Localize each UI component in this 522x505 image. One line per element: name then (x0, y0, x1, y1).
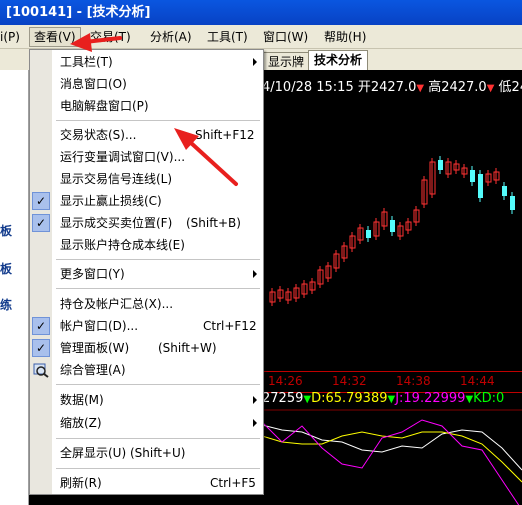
menu-item-show-fill-positions[interactable]: ✓ 显示成交买卖位置(F) (Shift+B) (30, 212, 263, 234)
candle-body (470, 170, 475, 182)
time-tick-label: 14:44 (460, 374, 495, 388)
indicator-kd: KD:0 (473, 391, 505, 406)
indicator-line (262, 424, 522, 471)
time-tick-label: 14:32 (332, 374, 367, 388)
submenu-arrow-icon (253, 419, 257, 427)
menu-item-shortcut: Ctrl+F5 (210, 476, 256, 490)
menu-item-label: 全屏显示(U) (Shift+U) (60, 446, 186, 460)
menu-separator (56, 468, 260, 469)
menu-item-label: 帐户窗口(D)... (60, 319, 139, 333)
down-triangle-icon: ▼ (465, 394, 474, 405)
candle-body (502, 186, 507, 196)
chart-area[interactable]: 4/10/28 15:15 开2427.0▼ 高2427.0▼ 低24 14:2… (262, 70, 522, 505)
menu-item-fullscreen[interactable]: 全屏显示(U) (Shift+U) (30, 442, 263, 464)
menu-item-label: 刷新(R) (60, 476, 102, 490)
candle-body (478, 174, 483, 198)
left-panel: 板 板 练 (0, 70, 29, 505)
menu-bar: i(P) 查看(V) 交易(T) 分析(A) 工具(T) 窗口(W) 帮助(H) (0, 25, 522, 49)
menu-item-zoom[interactable]: 缩放(Z) (30, 412, 263, 434)
tab-technical-analysis[interactable]: 技术分析 (308, 50, 369, 71)
candle-body (438, 160, 443, 170)
left-panel-label: 练 (0, 298, 13, 312)
time-axis: 14:26 14:32 14:38 14:44 (262, 371, 522, 393)
candle-body (366, 230, 371, 238)
check-icon: ✓ (32, 192, 50, 210)
menu-view[interactable]: 查看(V) (29, 27, 81, 47)
menu-item-label: 持仓及帐户汇总(X)... (60, 297, 174, 311)
menu-item-label: 交易状态(S)... (60, 128, 137, 142)
menu-item-label: 显示止赢止损线(C) (60, 194, 162, 208)
menu-item-position-summary[interactable]: 持仓及帐户汇总(X)... (30, 293, 263, 315)
menu-item-label: 数据(M) (60, 393, 104, 407)
menu-item-label: 综合管理(A) (60, 363, 126, 377)
view-dropdown-menu: 工具栏(T) 消息窗口(O) 电脑解盘窗口(P) 交易状态(S)... Shif… (29, 49, 264, 495)
menu-item-label: 显示成交买卖位置(F) (60, 216, 173, 230)
indicator-j: J:19.22999 (395, 391, 466, 406)
indicator-k: 27259 (262, 391, 304, 406)
menu-item-message-window[interactable]: 消息窗口(O) (30, 73, 263, 95)
submenu-arrow-icon (253, 58, 257, 66)
menu-window[interactable]: 窗口(W) (263, 28, 308, 46)
indicator-readout: 27259▼D:65.79389▼J:19.22999▼KD:0 (262, 391, 504, 406)
menu-item-label: 工具栏(T) (60, 55, 113, 69)
menu-item-more-windows[interactable]: 更多窗口(Y) (30, 263, 263, 285)
menu-separator (56, 438, 260, 439)
check-icon: ✓ (32, 317, 50, 335)
menu-partial-item[interactable]: i(P) (0, 28, 20, 46)
menu-item-account-window[interactable]: ✓ 帐户窗口(D)... Ctrl+F12 (30, 315, 263, 337)
check-icon: ✓ (32, 339, 50, 357)
menu-help[interactable]: 帮助(H) (324, 28, 366, 46)
menu-item-show-cost-line[interactable]: 显示账户持仓成本线(E) (30, 234, 263, 256)
menu-item-label: 显示交易信号连线(L) (60, 172, 173, 186)
submenu-arrow-icon (253, 396, 257, 404)
menu-item-shortcut: Shift+F12 (195, 128, 255, 142)
check-icon: ✓ (32, 214, 50, 232)
menu-trade[interactable]: 交易(T) (90, 28, 131, 46)
left-panel-label: 板 (0, 262, 13, 276)
menu-item-refresh[interactable]: 刷新(R) Ctrl+F5 (30, 472, 263, 494)
menu-item-label: 缩放(Z) (60, 416, 102, 430)
time-tick-label: 14:38 (396, 374, 431, 388)
menu-item-data[interactable]: 数据(M) (30, 389, 263, 411)
menu-item-integrated-management[interactable]: 综合管理(A) (30, 359, 263, 381)
menu-item-shortcut: Ctrl+F12 (203, 319, 257, 333)
tab-display-board[interactable]: 显示牌 (262, 52, 311, 71)
menu-item-management-panel[interactable]: ✓ 管理面板(W) (Shift+W) (30, 337, 263, 359)
indicator-line (262, 431, 522, 483)
menu-item-label: 电脑解盘窗口(P) (60, 99, 149, 113)
manage-icon (33, 363, 49, 378)
menu-item-trade-status[interactable]: 交易状态(S)... Shift+F12 (30, 124, 263, 146)
candle-body (510, 196, 515, 210)
menu-item-toolbar[interactable]: 工具栏(T) (30, 51, 263, 73)
menu-item-label: 更多窗口(Y) (60, 267, 125, 281)
menu-separator (56, 288, 260, 289)
window-title: [100141] - [技术分析] (0, 0, 522, 25)
menu-item-label: 显示账户持仓成本线(E) (60, 238, 185, 252)
menu-item-shortcut: (Shift+B) (186, 216, 241, 230)
left-panel-label: 板 (0, 224, 13, 238)
down-triangle-icon: ▼ (303, 394, 312, 405)
menu-item-label: 管理面板(W) (60, 341, 130, 355)
menu-tools[interactable]: 工具(T) (207, 28, 248, 46)
submenu-arrow-icon (253, 270, 257, 278)
menu-analysis[interactable]: 分析(A) (150, 28, 192, 46)
menu-item-label: 消息窗口(O) (60, 77, 127, 91)
menu-separator (56, 120, 260, 121)
menu-item-pc-analysis-window[interactable]: 电脑解盘窗口(P) (30, 95, 263, 117)
time-tick-label: 14:26 (268, 374, 303, 388)
menu-separator (56, 384, 260, 385)
menu-item-shortcut: (Shift+W) (158, 341, 217, 355)
candle-body (390, 220, 395, 232)
menu-item-show-signal-lines[interactable]: 显示交易信号连线(L) (30, 168, 263, 190)
menu-item-variable-debug[interactable]: 运行变量调试窗口(V)... (30, 146, 263, 168)
menu-separator (56, 259, 260, 260)
candlestick-chart (262, 156, 522, 505)
menu-item-label: 运行变量调试窗口(V)... (60, 150, 186, 164)
menu-item-show-stop-lines[interactable]: ✓ 显示止赢止损线(C) (30, 190, 263, 212)
indicator-d: D:65.79389 (311, 391, 388, 406)
